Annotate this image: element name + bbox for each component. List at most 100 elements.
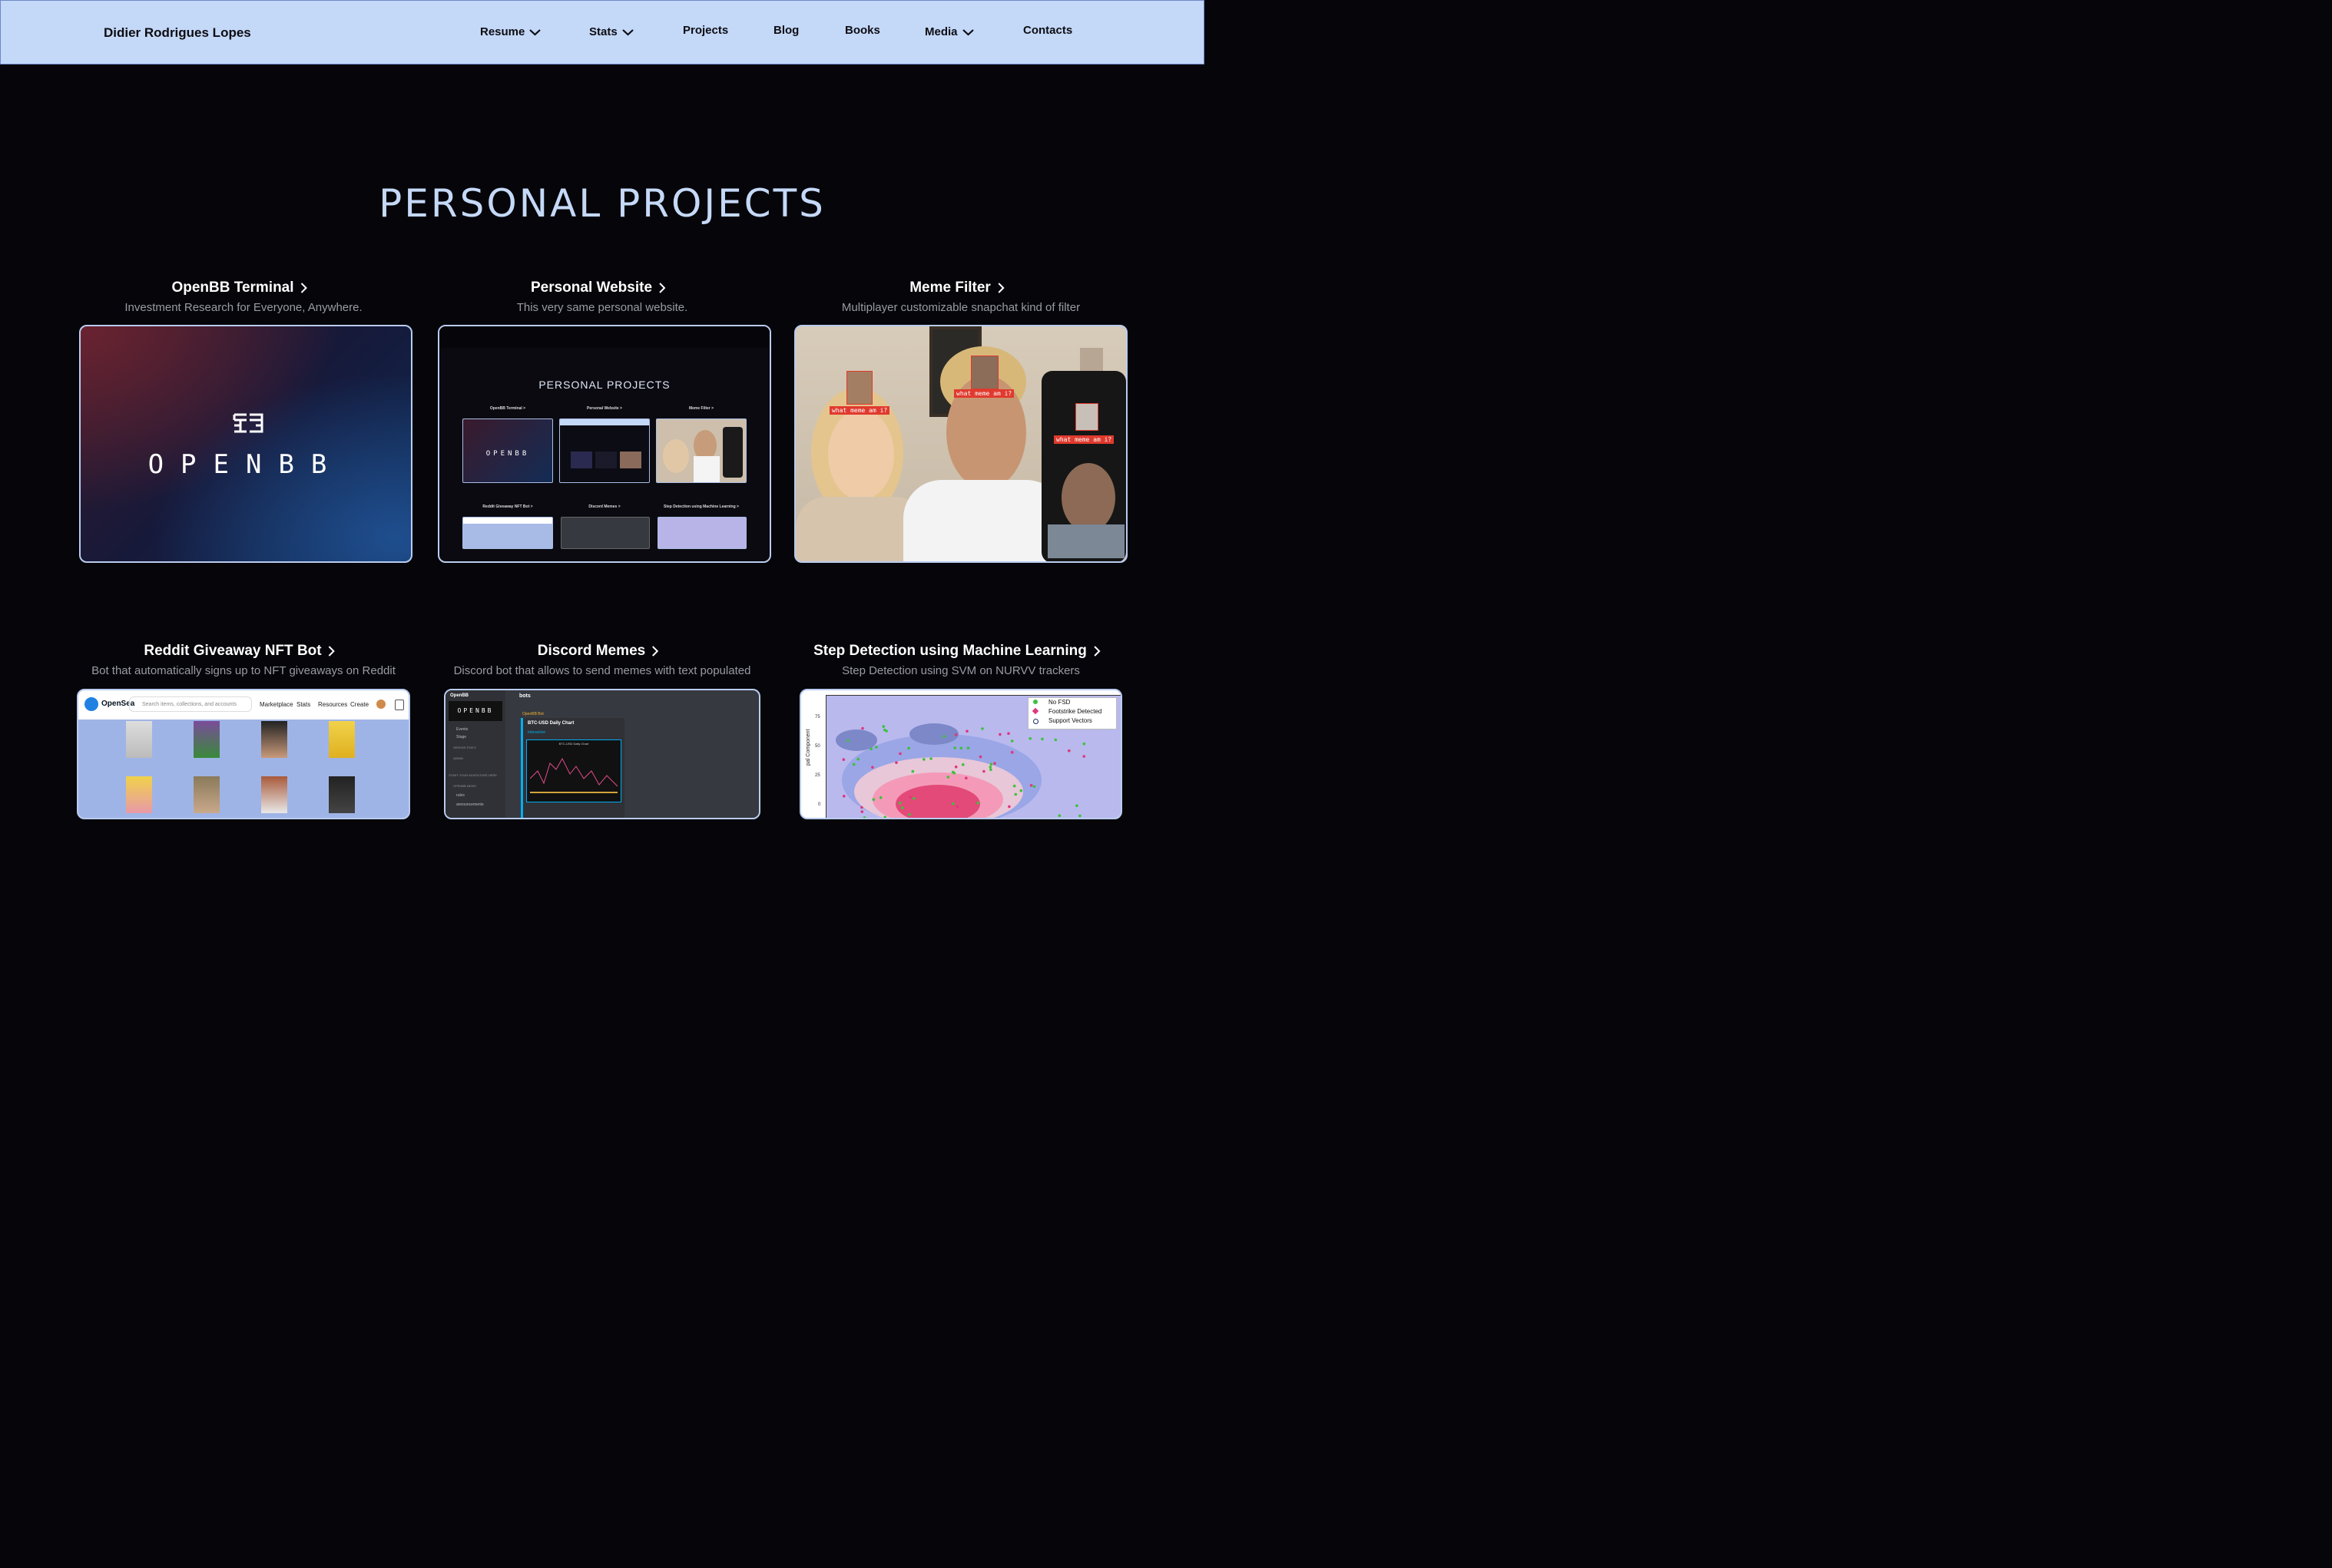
discord-channel-title: bots xyxy=(519,693,531,699)
openbb-thumbnail[interactable]: OPENBB xyxy=(79,325,412,563)
nav-blog-label: Blog xyxy=(773,24,800,37)
plot-y-tick: 0 xyxy=(818,802,821,807)
scatter-point xyxy=(846,739,850,743)
nav-projects-label: Projects xyxy=(683,24,729,37)
scatter-point xyxy=(929,757,932,760)
chevron-down-icon xyxy=(621,28,634,35)
scatter-point xyxy=(953,746,956,749)
mini-page-title: PERSONAL PROJECTS xyxy=(538,379,671,391)
opensea-thumbnail[interactable]: OpenSea Search items, collections, and a… xyxy=(77,689,410,819)
mini-card-label: Reddit Giveaway NFT Bot > xyxy=(482,504,533,509)
step-detection-thumbnail[interactable]: pal Component 75 50 25 0 No FSD Footstri… xyxy=(800,689,1122,819)
nav-books[interactable]: Books xyxy=(845,24,880,37)
scatter-point xyxy=(999,733,1002,736)
scatter-point xyxy=(899,752,902,756)
scatter-point xyxy=(872,798,876,801)
scatter-point xyxy=(842,758,846,761)
scatter-point xyxy=(954,765,958,769)
scatter-point xyxy=(899,801,902,805)
nav-resume[interactable]: Resume xyxy=(480,25,542,38)
nav-stats[interactable]: Stats xyxy=(589,25,634,38)
avatar xyxy=(376,700,386,709)
chevron-right-icon xyxy=(998,283,1005,293)
mini-openbb-wordmark: OPENBB xyxy=(485,450,530,458)
chevron-down-icon xyxy=(962,28,974,35)
mini-card-openbb: OPENBB xyxy=(462,418,553,483)
discord-embed-chart: BTC-USD Daily Chart xyxy=(526,739,621,802)
scatter-point xyxy=(860,806,863,809)
project-link-website[interactable]: Personal Website xyxy=(531,280,666,296)
scatter-point xyxy=(913,797,916,800)
meme-filter-thumbnail[interactable]: what meme am i? what meme am i? what mem… xyxy=(794,325,1128,563)
nft-image xyxy=(261,721,287,758)
scatter-point xyxy=(982,769,985,773)
legend-marker xyxy=(1033,700,1038,704)
project-title: Discord Memes xyxy=(537,643,646,659)
discord-channel: Events xyxy=(456,727,469,732)
scatter-point xyxy=(993,762,996,765)
scatter-point xyxy=(870,747,873,751)
project-title: Reddit Giveaway NFT Bot xyxy=(144,643,322,659)
scatter-point xyxy=(976,801,979,805)
scatter-point xyxy=(946,776,950,779)
mini-card-label: OpenBB Terminal > xyxy=(489,406,526,411)
project-description: Discord bot that allows to send memes wi… xyxy=(453,664,751,677)
nft-image xyxy=(126,721,152,758)
scatter-point xyxy=(965,776,968,780)
project-link-meme-filter[interactable]: Meme Filter xyxy=(909,280,1005,296)
nav-contacts[interactable]: Contacts xyxy=(1023,24,1072,37)
nav-media-label: Media xyxy=(925,25,958,38)
discord-thumbnail[interactable]: OpenBB OPENBB Events Stage SERVER STATS … xyxy=(444,689,760,819)
site-brand[interactable]: Didier Rodrigues Lopes xyxy=(104,25,251,41)
project-title: Meme Filter xyxy=(909,280,991,296)
scatter-point xyxy=(883,815,886,818)
mini-card-meme xyxy=(656,418,747,483)
nav-projects[interactable]: Projects xyxy=(683,24,728,37)
plot-y-tick: 75 xyxy=(815,715,820,719)
mini-card-discord xyxy=(561,517,650,549)
scatter-point xyxy=(1029,737,1032,740)
discord-channel: Stage xyxy=(456,735,467,739)
mini-card-website xyxy=(559,418,650,483)
discord-embed: BTC-USD Daily Chart Interactive BTC-USD … xyxy=(521,718,624,818)
scatter-point xyxy=(909,796,912,799)
project-title: Personal Website xyxy=(530,280,653,296)
scatter-point xyxy=(1082,755,1085,758)
scatter-point xyxy=(856,757,860,761)
mini-card-label: Personal Website > xyxy=(587,406,622,411)
scatter-point xyxy=(952,802,955,806)
opensea-nav-item: Stats xyxy=(296,701,311,708)
personal-website-thumbnail[interactable]: PERSONAL PROJECTS OpenBB Terminal > Pers… xyxy=(438,325,771,563)
scatter-point xyxy=(989,766,992,769)
project-link-discord-memes[interactable]: Discord Memes xyxy=(538,643,659,660)
nav-contacts-label: Contacts xyxy=(1023,24,1073,37)
project-link-reddit-nft-bot[interactable]: Reddit Giveaway NFT Bot xyxy=(144,643,336,660)
opensea-search: Search items, collections, and accounts xyxy=(129,696,252,712)
top-navbar: Didier Rodrigues Lopes Resume Stats Proj… xyxy=(0,0,1204,65)
scatter-point xyxy=(901,806,904,809)
project-link-step-detection[interactable]: Step Detection using Machine Learning xyxy=(813,643,1101,660)
legend-marker xyxy=(1033,719,1038,724)
discord-channel: rules xyxy=(456,793,465,798)
legend-label: No FSD xyxy=(1048,699,1071,706)
nav-media[interactable]: Media xyxy=(925,25,974,38)
scatter-point xyxy=(883,728,886,732)
discord-embed-link: Interactive xyxy=(528,730,546,735)
discord-category: ADMIN xyxy=(453,756,463,760)
scatter-point xyxy=(860,810,864,813)
scatter-point xyxy=(911,769,915,773)
project-link-openbb[interactable]: OpenBB Terminal xyxy=(171,280,307,296)
nft-image xyxy=(329,721,355,758)
plot-y-axis-label: pal Component xyxy=(806,729,811,766)
project-description: Multiplayer customizable snapchat kind o… xyxy=(841,301,1081,314)
nav-resume-label: Resume xyxy=(480,25,525,38)
discord-server-banner: OPENBB xyxy=(449,701,502,721)
nav-blog[interactable]: Blog xyxy=(773,24,799,37)
scatter-point xyxy=(1014,792,1018,796)
mini-card-label: Meme Filter > xyxy=(688,406,714,411)
legend-label: Footstrike Detected xyxy=(1048,708,1102,715)
price-line xyxy=(530,757,618,793)
scatter-point xyxy=(923,758,926,761)
scatter-point xyxy=(951,770,955,774)
scatter-point xyxy=(959,746,963,750)
